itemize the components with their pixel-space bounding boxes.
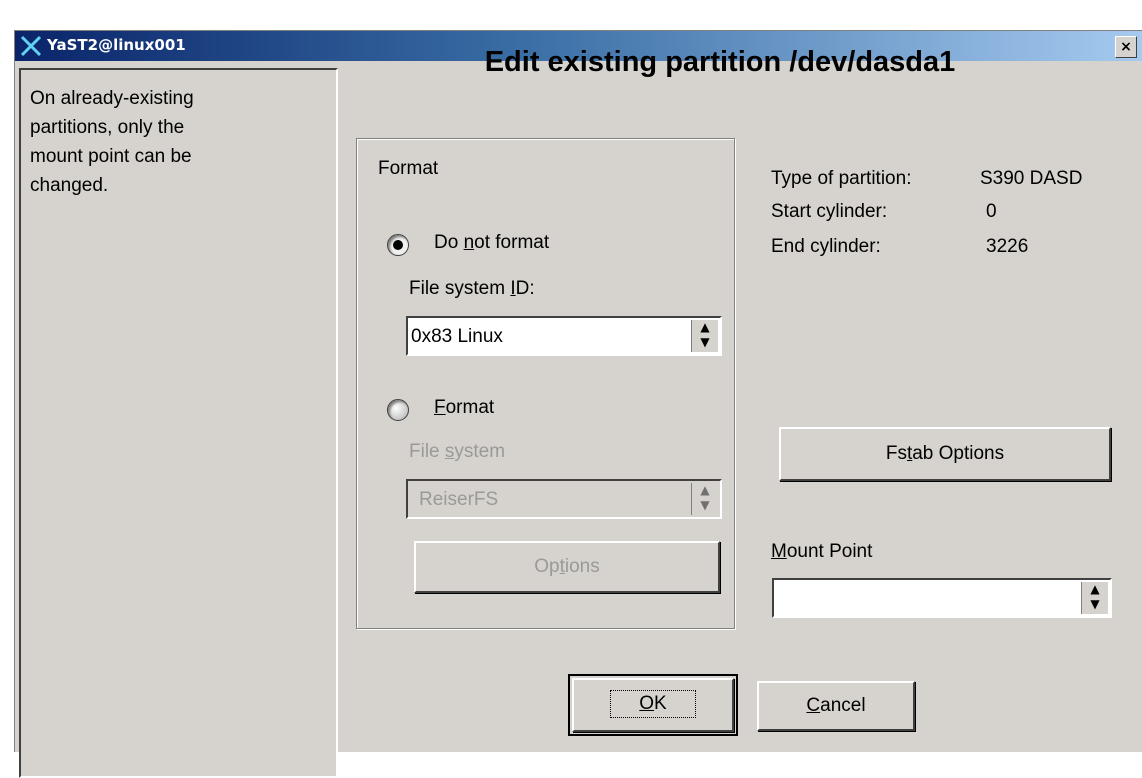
file-system-id-select[interactable]: 0x83 Linux ▲ ▼ <box>406 316 722 356</box>
format-legend: Format <box>372 158 445 180</box>
do-not-format-radio[interactable] <box>387 234 409 256</box>
help-line: mount point can be <box>30 146 192 167</box>
do-not-format-label[interactable]: Do not format <box>434 232 549 254</box>
ok-focus-ring: OK <box>610 690 696 718</box>
start-cylinder-value: 0 <box>986 201 997 222</box>
help-line: On already-existing <box>30 88 194 109</box>
file-system-value: ReiserFS <box>419 489 499 510</box>
up-down-arrows-icon[interactable]: ▲ ▼ <box>691 483 718 515</box>
help-line: partitions, only the <box>30 117 185 138</box>
file-system-id-label: File system ID: <box>409 278 535 299</box>
window-title: YaST2@linux001 <box>47 36 186 54</box>
file-system-label: File system <box>409 441 506 462</box>
help-text: On already-existing partitions, only the… <box>30 84 320 200</box>
partition-type-label: Type of partition: <box>771 168 912 189</box>
end-cylinder-label: End cylinder: <box>771 236 881 257</box>
ok-button[interactable]: OK <box>568 674 738 736</box>
yast-logo-icon <box>20 35 42 57</box>
format-label[interactable]: Format <box>434 397 494 419</box>
file-system-select[interactable]: ReiserFS ▲ ▼ <box>406 479 722 519</box>
help-panel: On already-existing partitions, only the… <box>19 68 338 778</box>
mount-point-label: Mount Point <box>771 541 873 562</box>
close-button[interactable]: × <box>1115 36 1137 58</box>
format-radio[interactable] <box>387 399 409 421</box>
help-line: changed. <box>30 175 109 196</box>
up-down-arrows-icon[interactable]: ▲ ▼ <box>691 320 718 352</box>
start-cylinder-label: Start cylinder: <box>771 201 888 222</box>
mount-point-select[interactable]: ▲ ▼ <box>772 578 1112 618</box>
end-cylinder-value: 3226 <box>986 236 1029 257</box>
options-button[interactable]: Options <box>414 541 720 593</box>
file-system-id-value: 0x83 Linux <box>411 326 503 347</box>
page-title: Edit existing partition /dev/dasda1 <box>484 46 956 78</box>
partition-type-value: S390 DASD <box>980 168 1083 189</box>
cancel-button[interactable]: Cancel <box>757 681 915 731</box>
fstab-options-button[interactable]: Fstab Options <box>779 427 1111 481</box>
up-down-arrows-icon[interactable]: ▲ ▼ <box>1081 582 1108 614</box>
